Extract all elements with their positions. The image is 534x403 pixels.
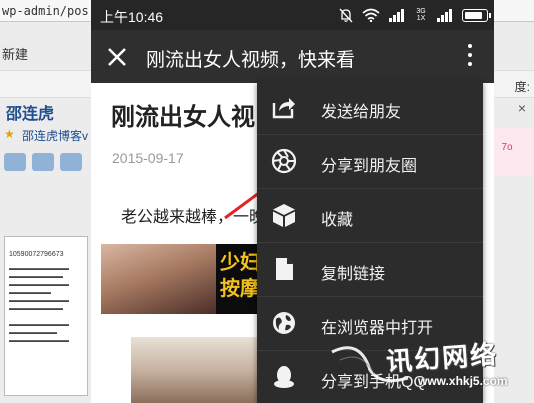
menu-label: 收藏: [321, 212, 354, 229]
status-bar: 上午10:46 3G 1X: [91, 0, 494, 30]
copy-document-icon: [276, 258, 293, 280]
qq-penguin-icon: [274, 366, 294, 388]
menu-item-send-to-friend[interactable]: 发送给朋友: [257, 81, 483, 135]
background-icon-row: [0, 148, 92, 178]
battery-icon: [462, 8, 491, 22]
favorite-cube-icon: [273, 204, 295, 227]
menu-item-favorite[interactable]: 收藏: [257, 189, 483, 243]
watermark-url: www.xhkj5.com: [418, 374, 508, 388]
menu-item-copy-link[interactable]: 复制链接: [257, 243, 483, 297]
article-text: 老公越来越棒，一晚: [121, 209, 266, 226]
network-type: 3G 1X: [416, 8, 426, 22]
more-options-icon[interactable]: [464, 44, 476, 70]
title-bar: 刚流出女人视频，快来看: [91, 30, 494, 83]
background-close-icon[interactable]: ×: [518, 100, 526, 116]
background-blog-link[interactable]: 邵连虎博客v: [22, 127, 88, 144]
share-arrow-icon: [272, 98, 295, 119]
wifi-icon: [362, 8, 380, 22]
menu-label: 发送给朋友: [321, 104, 402, 121]
page-title: 刚流出女人视频，快来看: [146, 50, 356, 71]
status-icons: 3G 1X: [339, 5, 491, 25]
document-id: 10590072796673: [9, 251, 64, 258]
article-date: 2015-09-17: [112, 150, 184, 166]
background-document: 10590072796673 ▬▬▬▬▬▬▬▬▬▬ ▬▬▬▬▬▬▬▬▬ ▬▬▬▬▬▬…: [4, 236, 88, 396]
article-image: [101, 244, 216, 314]
new-tab-label[interactable]: 新建: [0, 44, 28, 63]
article-image-2: [131, 337, 271, 403]
menu-label: 复制链接: [321, 266, 386, 283]
star-icon: ★: [4, 127, 15, 141]
status-time: 上午10:46: [100, 9, 164, 25]
menu-item-share-moments[interactable]: 分享到朋友圈: [257, 135, 483, 189]
signal-bars-icon-2: [437, 8, 453, 22]
mute-bell-icon: [339, 8, 353, 22]
menu-label: 分享到朋友圈: [321, 158, 418, 175]
article-title: 刚流出女人视: [111, 104, 255, 131]
close-icon[interactable]: [103, 43, 131, 71]
background-username[interactable]: 邵连虎: [6, 100, 54, 124]
background-right-text: 度:: [514, 80, 530, 94]
watermark-text: 讯幻网络: [385, 339, 500, 377]
signal-bars-icon: [389, 8, 405, 22]
browser-globe-icon: [273, 312, 295, 334]
moments-aperture-icon: [271, 148, 297, 174]
